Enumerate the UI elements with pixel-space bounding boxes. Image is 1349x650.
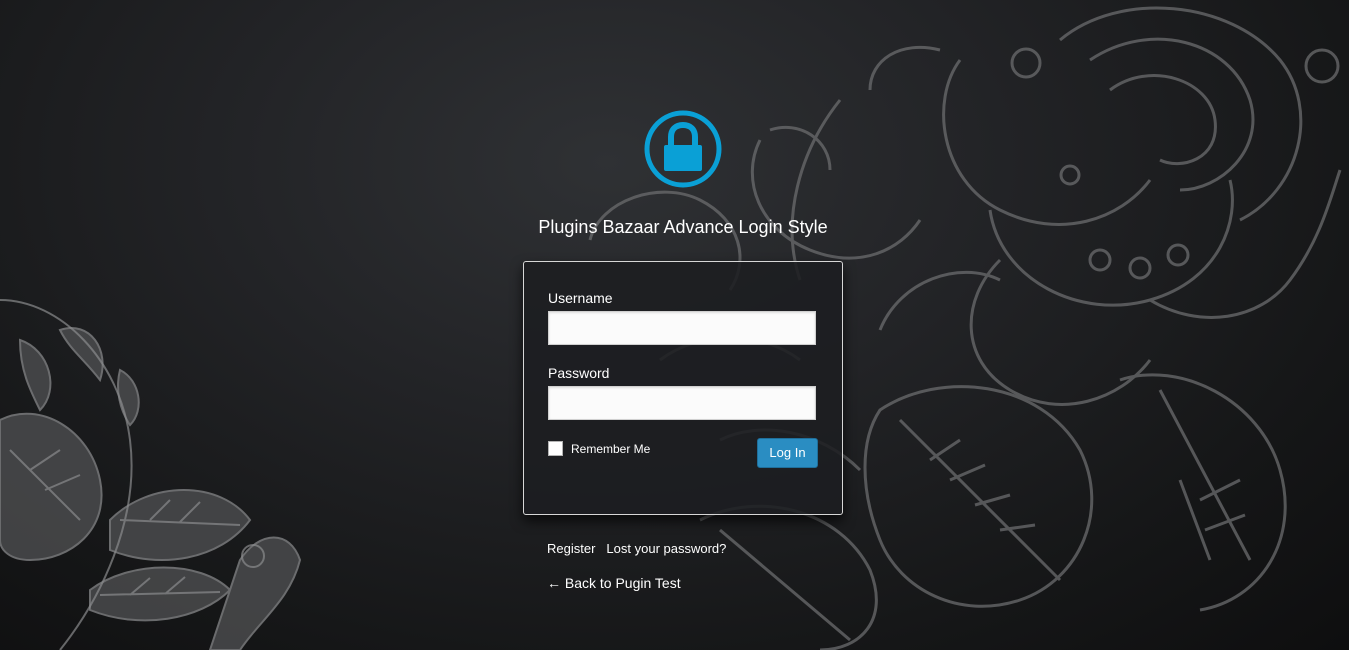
login-form: Username Password Remember Me Log In bbox=[523, 261, 843, 515]
login-button[interactable]: Log In bbox=[757, 438, 818, 468]
username-input[interactable] bbox=[548, 311, 816, 345]
lock-icon bbox=[644, 110, 722, 188]
register-link[interactable]: Register bbox=[547, 541, 595, 556]
remember-me-label[interactable]: Remember Me bbox=[571, 442, 650, 456]
password-label: Password bbox=[548, 365, 610, 381]
remember-me-checkbox[interactable] bbox=[548, 441, 563, 456]
lost-password-link[interactable]: Lost your password? bbox=[606, 541, 726, 556]
site-title[interactable]: Plugins Bazaar Advance Login Style bbox=[523, 217, 843, 238]
back-to-site-link[interactable]: ← Back to Pugin Test bbox=[547, 575, 681, 591]
login-nav-links: Register Lost your password? bbox=[547, 541, 726, 556]
username-label: Username bbox=[548, 290, 613, 306]
password-input[interactable] bbox=[548, 386, 816, 420]
